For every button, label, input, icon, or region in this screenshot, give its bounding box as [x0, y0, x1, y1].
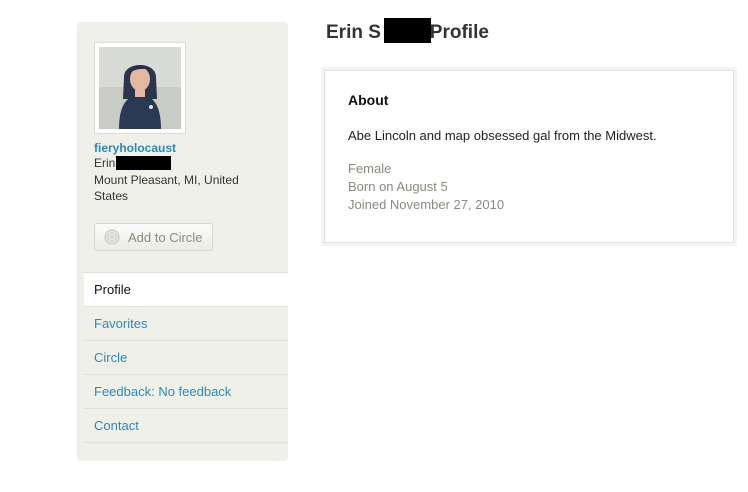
add-to-circle-label: Add to Circle [128, 229, 203, 245]
about-card: About Abe Lincoln and map obsessed gal f… [324, 70, 734, 243]
username-link[interactable]: fieryholocaust [94, 141, 176, 155]
location-text: Mount Pleasant, MI, United States [94, 173, 239, 203]
nav-item-favorites[interactable]: Favorites [84, 306, 288, 340]
birthday-text: Born on August 5 [348, 179, 448, 194]
title-redaction-bar [384, 18, 431, 43]
avatar[interactable] [94, 42, 186, 134]
nav-item-feedback[interactable]: Feedback: No feedback [84, 374, 288, 408]
nav-item-circle[interactable]: Circle [84, 340, 288, 374]
profile-nav: Profile Favorites Circle Feedback: No fe… [84, 272, 288, 443]
gender-text: Female [348, 161, 392, 176]
nav-item-profile[interactable]: Profile [84, 272, 288, 306]
joined-date-text: Joined November 27, 2010 [348, 197, 505, 212]
name-redaction-bar [116, 156, 171, 170]
add-to-circle-button[interactable]: Add to Circle [94, 223, 213, 251]
circle-icon [104, 229, 120, 245]
page-title-prefix: Erin S [326, 22, 381, 43]
avatar-photo [99, 47, 181, 129]
profile-sidebar: fieryholocaust Erin S Mount Pleasant, MI… [77, 22, 288, 461]
nav-item-contact[interactable]: Contact [84, 408, 288, 443]
about-heading: About [348, 92, 389, 108]
about-bio: Abe Lincoln and map obsessed gal from th… [348, 128, 657, 143]
